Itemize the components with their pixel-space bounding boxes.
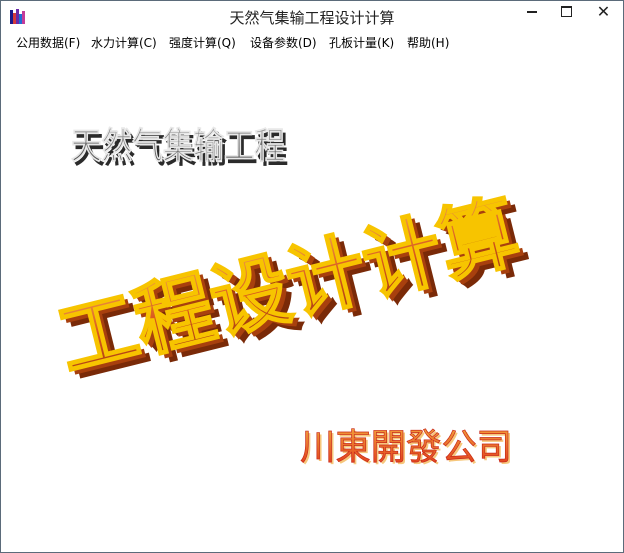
maximize-icon [561, 6, 572, 17]
splash-title-line1-text: 天然气集输工程 [71, 125, 285, 167]
menu-public-data[interactable]: 公用数据(F) [16, 34, 80, 51]
menu-help[interactable]: 帮助(H) [407, 34, 449, 51]
splash-art: 天然气集输工程 天然气集输工程 工程设计计算 工程设计计算 工程设计计算 川東開… [48, 125, 538, 470]
minimize-icon [527, 11, 537, 13]
menu-bar: 公用数据(F) 水力计算(C) 强度计算(Q) 设备参数(D) 孔板计量(K) … [1, 31, 623, 52]
splash-title-line1: 天然气集输工程 天然气集输工程 [71, 125, 288, 171]
company-name: 川東開發公司 川東開發公司 [300, 427, 514, 470]
menu-strength-calc[interactable]: 强度计算(Q) [169, 34, 236, 51]
app-window: 天然气集输工程设计计算 ✕ 公用数据(F) 水力计算(C) 强度计算(Q) 设备… [0, 0, 624, 553]
close-icon: ✕ [596, 2, 611, 21]
close-button[interactable]: ✕ [584, 1, 623, 23]
splash-title-line2-text: 工程设计计算 [49, 184, 528, 388]
maximize-button[interactable] [551, 1, 583, 23]
menu-hydraulic-calc[interactable]: 水力计算(C) [91, 34, 157, 51]
title-bar[interactable]: 天然气集输工程设计计算 ✕ [1, 1, 623, 31]
menu-orifice-metering[interactable]: 孔板计量(K) [329, 34, 394, 51]
company-name-text: 川東開發公司 [300, 427, 512, 468]
minimize-button[interactable] [513, 1, 551, 23]
splash-area: 天然气集输工程 天然气集输工程 工程设计计算 工程设计计算 工程设计计算 川東開… [1, 52, 623, 552]
menu-equipment-params[interactable]: 设备参数(D) [250, 34, 317, 51]
splash-title-line2: 工程设计计算 工程设计计算 工程设计计算 [48, 183, 538, 396]
